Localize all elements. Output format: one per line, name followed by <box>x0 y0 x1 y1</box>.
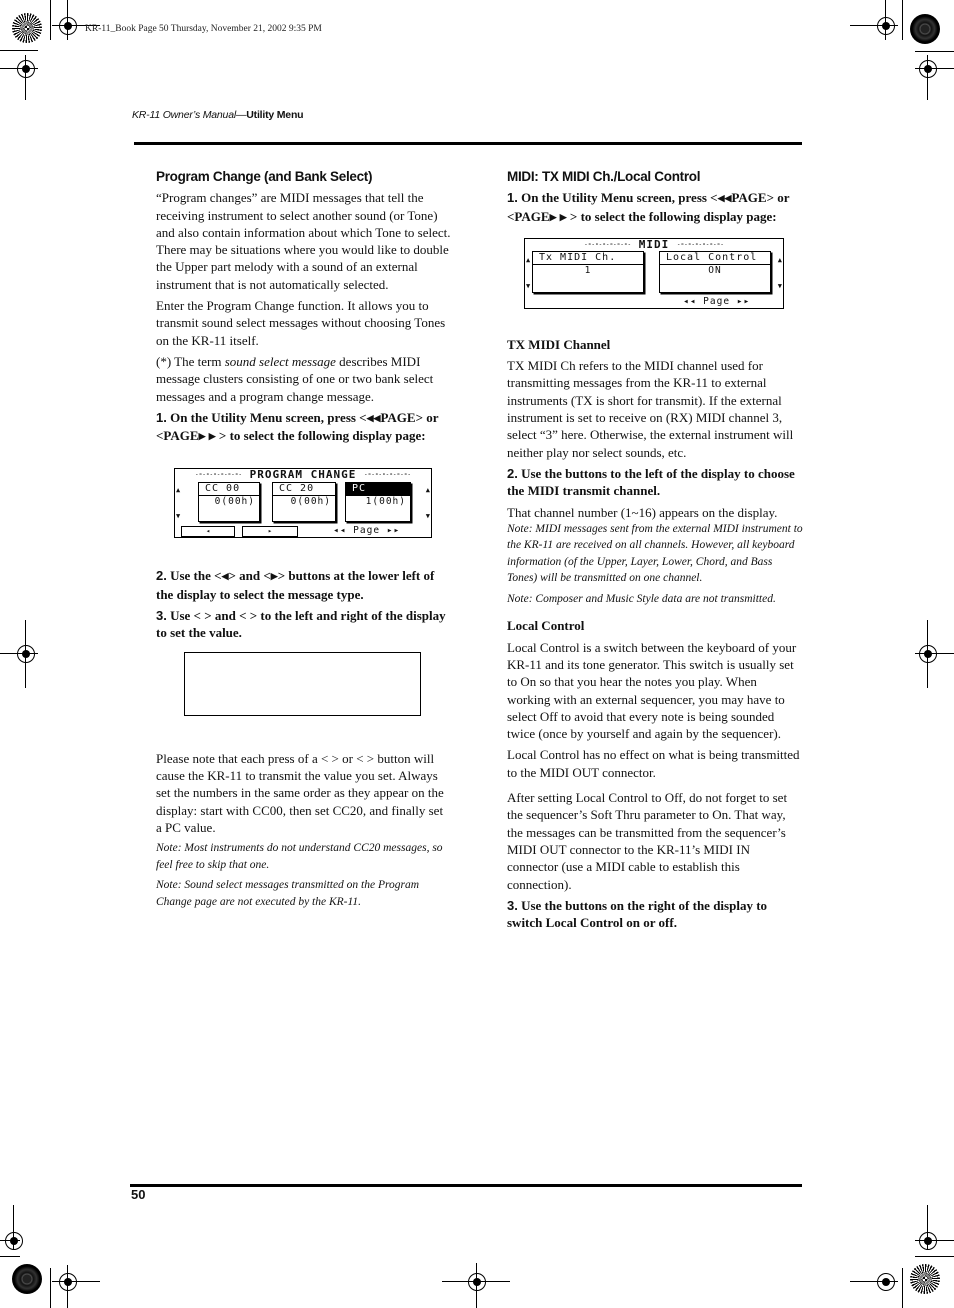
arrow-down-icon: ▼ <box>176 512 181 520</box>
registration-mark-icon <box>468 1273 486 1291</box>
lcd-next-button[interactable]: ▸ <box>242 526 298 537</box>
crop-line <box>915 1256 954 1257</box>
crop-line <box>67 0 68 40</box>
page-number: 50 <box>131 1187 146 1202</box>
lcd-prev-button[interactable]: ◂ <box>181 526 235 537</box>
note: Note: Composer and Music Style data are … <box>507 592 776 605</box>
step-3: 3. Use the buttons on the right of the d… <box>507 897 768 931</box>
crop-line <box>902 0 903 40</box>
registration-mark-icon <box>877 1273 895 1291</box>
crop-line <box>25 55 26 100</box>
registration-disc-bottom-left <box>12 1264 42 1294</box>
lcd-title: -∘-∘-∘-∘-∘-∘- PROGRAM CHANGE -∘-∘-∘-∘-∘-… <box>195 468 411 481</box>
crop-line <box>0 653 38 654</box>
paragraph: After setting Local Control to Off, do n… <box>507 790 788 892</box>
crop-line <box>915 68 954 69</box>
registration-mark-icon <box>17 645 35 663</box>
section-heading: MIDI: TX MIDI Ch./Local Control <box>507 169 701 184</box>
print-slug: KR-11_Book Page 50 Thursday, November 21… <box>85 24 322 34</box>
registration-mark-icon <box>877 17 895 35</box>
lcd-param-cc20[interactable]: CC 20 0(00h) <box>272 482 336 522</box>
subheading: TX MIDI Channel <box>507 336 611 352</box>
step-3: 3. Use < > and < > to the left and right… <box>156 608 446 641</box>
lcd-param-cc00[interactable]: CC 00 0(00h) <box>198 482 260 522</box>
lcd-page-indicator[interactable]: ◂◂ Page ▸▸ <box>333 526 400 536</box>
bottom-rule <box>130 1184 802 1187</box>
crop-line <box>0 1240 20 1241</box>
paragraph: That channel number (1~16) appears on th… <box>507 504 778 520</box>
crop-line <box>885 0 886 40</box>
arrow-up-icon: ▲ <box>176 486 181 494</box>
registration-mark-icon <box>919 645 937 663</box>
crop-line <box>0 50 38 51</box>
registration-disc-top-left <box>12 13 42 43</box>
registration-mark-icon <box>59 1273 77 1291</box>
note: Note: MIDI messages sent from the extern… <box>507 522 803 585</box>
paragraph: Local Control has no effect on what is b… <box>507 747 800 780</box>
crop-line <box>476 1263 477 1308</box>
registration-mark-icon <box>919 1232 937 1250</box>
crop-line <box>927 1205 928 1250</box>
crop-line <box>50 1268 51 1308</box>
crop-line <box>52 1281 100 1282</box>
crop-line <box>915 51 954 52</box>
lcd-param-tx-midi-ch[interactable]: Tx MIDI Ch. 1 <box>532 251 644 293</box>
note: Note: Most instruments do not understand… <box>156 842 443 871</box>
crop-line <box>915 653 954 654</box>
step-1: 1. On the Utility Menu screen, press <◀◀… <box>507 190 790 224</box>
arrow-down-icon: ▼ <box>777 282 782 290</box>
crop-line <box>927 620 928 688</box>
crop-line <box>902 1268 903 1308</box>
lcd-midi: -∘-∘-∘-∘-∘-∘- MIDI -∘-∘-∘-∘-∘-∘- ▲ ▼ ▲ ▼… <box>524 238 784 309</box>
paragraph: “Program changes” are MIDI messages that… <box>156 190 451 292</box>
manual-title: KR-11 Owner’s Manual <box>132 109 236 121</box>
crop-line <box>13 1205 14 1250</box>
crop-line <box>25 620 26 688</box>
paragraph: Enter the Program Change function. It al… <box>156 298 446 348</box>
lcd-program-change: -∘-∘-∘-∘-∘-∘- PROGRAM CHANGE -∘-∘-∘-∘-∘-… <box>174 468 432 538</box>
paragraph: Please note that each press of a < > or … <box>156 750 444 835</box>
crop-line <box>927 55 928 100</box>
top-rule <box>134 142 802 145</box>
blank-display-frame <box>184 652 421 716</box>
note: Note: Sound select messages transmitted … <box>156 879 420 908</box>
step-2: 2. Use the buttons to the left of the di… <box>507 465 795 499</box>
registration-mark-icon <box>919 60 937 78</box>
paragraph: (*) The term sound select message descri… <box>156 353 434 404</box>
dash: — <box>235 109 247 121</box>
crop-line <box>0 68 38 69</box>
section-title: Utility Menu <box>246 109 304 121</box>
step-1: 1. On the Utility Menu screen, press <◀◀… <box>156 409 439 444</box>
crop-line <box>850 1281 898 1282</box>
lcd-param-pc[interactable]: PC 1(00h) <box>345 482 411 522</box>
lcd-page-indicator[interactable]: ◂◂ Page ▸▸ <box>683 297 750 307</box>
lcd-param-local-control[interactable]: Local Control ON <box>659 251 771 293</box>
registration-disc-top-right <box>910 14 940 44</box>
paragraph: TX MIDI Ch refers to the MIDI channel us… <box>507 358 794 460</box>
arrow-up-icon: ▲ <box>777 256 782 264</box>
arrow-down-icon: ▼ <box>526 282 531 290</box>
lcd-title: -∘-∘-∘-∘-∘-∘- MIDI -∘-∘-∘-∘-∘-∘- <box>584 238 724 251</box>
crop-line <box>0 1256 20 1257</box>
crop-line <box>850 25 898 26</box>
running-head: KR-11 Owner’s Manual—Utility Menu <box>132 109 304 121</box>
step-2: 2. Use the <◀> and <▶> buttons at the lo… <box>156 568 435 602</box>
arrow-down-icon: ▼ <box>425 512 430 520</box>
registration-disc-bottom-right <box>910 1264 940 1294</box>
registration-mark-icon <box>59 17 77 35</box>
subheading: Local Control <box>507 618 585 634</box>
crop-line <box>915 1240 954 1241</box>
registration-mark-icon <box>17 60 35 78</box>
left-column: Program Change (and Bank Select) “Progra… <box>156 168 452 914</box>
registration-mark-icon <box>5 1232 23 1250</box>
section-heading: Program Change (and Bank Select) <box>156 169 373 184</box>
crop-line <box>50 0 51 40</box>
arrow-up-icon: ▲ <box>425 486 430 494</box>
crop-line <box>67 1265 68 1308</box>
paragraph: Local Control is a switch between the ke… <box>507 639 797 742</box>
arrow-up-icon: ▲ <box>526 256 531 264</box>
